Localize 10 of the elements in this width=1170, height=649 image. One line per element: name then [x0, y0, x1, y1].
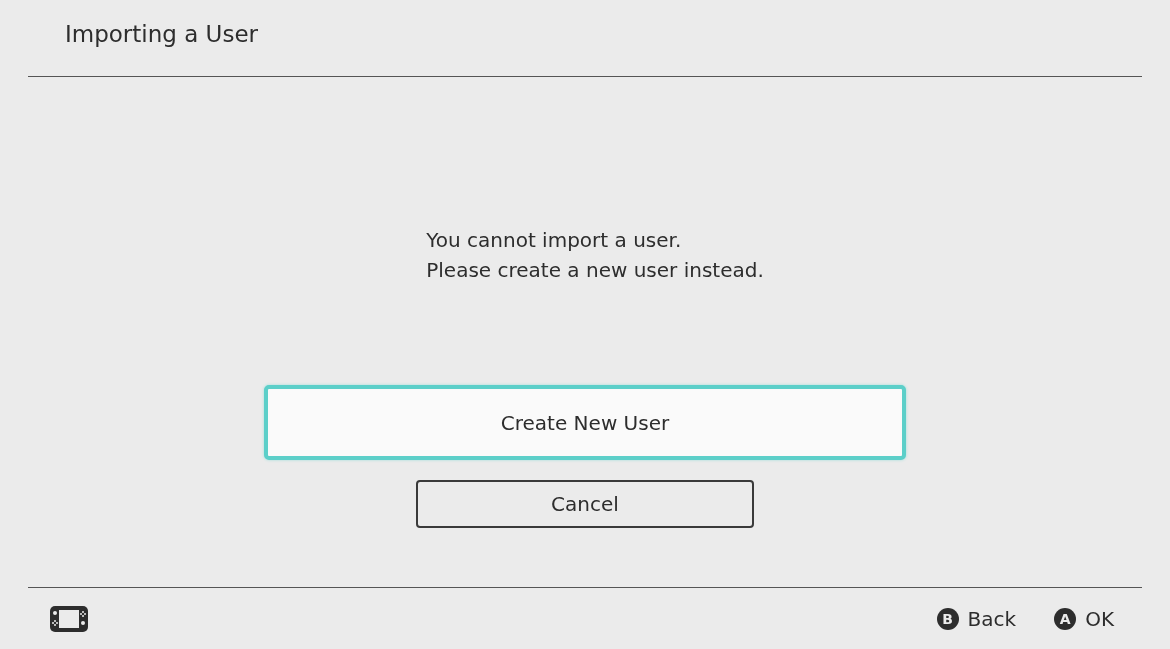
handheld-console-icon — [50, 605, 88, 632]
controller-button-icon: A — [1054, 607, 1077, 630]
hint-label[interactable]: Back — [967, 606, 1017, 631]
message-text: You cannot import a user. — [426, 227, 683, 254]
controller-button-icon: B — [936, 607, 959, 630]
create-user-button[interactable]: Create New User — [264, 385, 906, 460]
hint-label[interactable]: OK — [1085, 606, 1114, 631]
screen-title: Importing a User — [65, 21, 259, 47]
message-text: Please create a new user instead. — [426, 257, 764, 284]
cancel-button[interactable]: Cancel — [416, 480, 754, 528]
